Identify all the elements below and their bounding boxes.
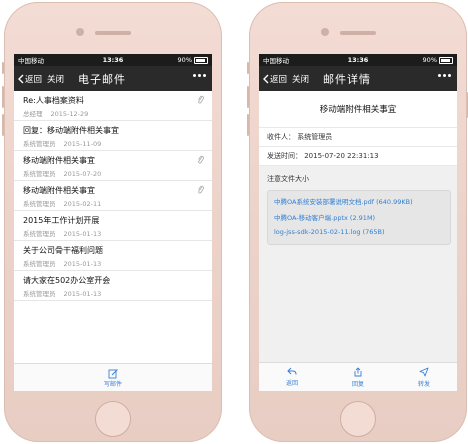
mute-switch [2, 62, 4, 74]
mail-list-item[interactable]: Re:人事档案资料 总经理 2015-12-29 [14, 91, 212, 121]
earpiece-speaker [95, 31, 131, 35]
back-button[interactable]: 返回 [14, 73, 42, 85]
mail-date: 2015-02-11 [63, 200, 102, 208]
mail-list-item[interactable]: 关于公司骨干福利问题 系统管理员 2015-01-13 [14, 241, 212, 271]
mail-actions-toolbar: 返回 回复 转发 [259, 362, 457, 391]
attachment-link[interactable]: 中腾OA-移动客户端.pptx (2.91M) [274, 212, 444, 222]
chevron-left-icon [263, 74, 269, 83]
mail-list-screen: 中国移动 13:36 90% 返回 关闭 电子邮件 Re:人事档案资料 总经理 2… [14, 54, 212, 391]
mail-subject: 关于公司骨干福利问题 [23, 246, 103, 255]
left-phone: 中国移动 13:36 90% 返回 关闭 电子邮件 Re:人事档案资料 总经理 2… [2, 2, 222, 442]
mail-subject: 移动端附件相关事宜 [23, 156, 95, 165]
more-menu-icon[interactable] [193, 74, 206, 77]
home-button[interactable] [95, 401, 131, 437]
mail-list-item[interactable]: 回复：移动端附件相关事宜 系统管理员 2015-11-09 [14, 121, 212, 151]
volume-down-button [247, 114, 249, 136]
sent-time-field: 发送时间： 2015-07-20 22:31:13 [259, 146, 457, 165]
mail-detail-body: 移动端附件相关事宜 收件人： 系统管理员 发送时间： 2015-07-20 22… [259, 91, 457, 364]
mail-date: 2015-11-09 [63, 140, 102, 148]
paperclip-icon [198, 155, 204, 164]
mail-title: 移动端附件相关事宜 [319, 105, 397, 115]
paperclip-icon [198, 95, 204, 104]
mail-sender: 系统管理员 [23, 290, 56, 298]
mail-subject: Re:人事档案资料 [23, 96, 84, 105]
battery-icon [439, 56, 453, 64]
mail-date: 2015-07-20 [63, 170, 102, 178]
status-bar: 中国移动 13:36 90% [259, 54, 457, 66]
forward-label: 转发 [417, 380, 430, 388]
page-title: 邮件详情 [323, 72, 372, 86]
status-time: 13:36 [347, 56, 369, 64]
compose-icon [108, 368, 118, 378]
mail-list-item[interactable]: 移动端附件相关事宜 系统管理员 2015-07-20 [14, 151, 212, 181]
mail-date: 2015-01-13 [63, 260, 102, 268]
right-phone: 中国移动 13:36 90% 返回 关闭 邮件详情 移动端附件相关事宜 收件人：… [247, 2, 468, 442]
attachments-label: 注意文件大小 [267, 175, 309, 183]
mail-list-item[interactable]: 请大家在502办公室开会 系统管理员 2015-01-13 [14, 271, 212, 301]
chevron-left-icon [18, 74, 24, 83]
share-icon [354, 366, 362, 376]
mail-sender: 系统管理员 [23, 140, 56, 148]
back-label: 返回 [270, 74, 288, 85]
mail-sender: 总经理 [23, 110, 43, 118]
battery-icon [194, 56, 208, 64]
mail-sender: 系统管理员 [23, 230, 56, 238]
front-camera [76, 28, 84, 36]
mute-switch [247, 62, 249, 74]
mail-list-item[interactable]: 移动端附件相关事宜 系统管理员 2015-02-11 [14, 181, 212, 211]
mail-sender: 系统管理员 [23, 200, 56, 208]
attachments-list: 中腾OA系统安装部署说明文档.pdf (640.99KB) 中腾OA-移动客户端… [267, 190, 451, 245]
mail-list: Re:人事档案资料 总经理 2015-12-29 回复：移动端附件相关事宜 系统管… [14, 91, 212, 301]
front-camera [321, 28, 329, 36]
nav-bar: 返回 关闭 邮件详情 [259, 66, 457, 91]
mail-date: 2015-01-13 [63, 290, 102, 298]
status-time: 13:36 [102, 56, 124, 64]
back-action-button[interactable]: 返回 [272, 367, 312, 387]
mail-detail-screen: 中国移动 13:36 90% 返回 关闭 邮件详情 移动端附件相关事宜 收件人：… [259, 54, 457, 391]
forward-button[interactable]: 转发 [404, 367, 444, 388]
nav-bar: 返回 关闭 电子邮件 [14, 66, 212, 91]
earpiece-speaker [340, 31, 376, 35]
compose-label: 写邮件 [103, 380, 122, 388]
mail-date: 2015-01-13 [63, 230, 102, 238]
page-title: 电子邮件 [78, 72, 127, 86]
back-action-label: 返回 [285, 380, 298, 387]
recipient-field: 收件人： 系统管理员 [259, 127, 457, 146]
mail-subject: 2015年工作计划开展 [23, 216, 100, 225]
attachment-link[interactable]: 中腾OA系统安装部署说明文档.pdf (640.99KB) [274, 196, 444, 206]
home-button[interactable] [340, 401, 376, 437]
compose-button[interactable]: 写邮件 [14, 363, 212, 391]
mail-header: 移动端附件相关事宜 收件人： 系统管理员 发送时间： 2015-07-20 22… [259, 91, 457, 166]
close-button[interactable]: 关闭 [292, 73, 309, 85]
reply-button[interactable]: 回复 [338, 366, 378, 388]
reply-arrow-icon [287, 367, 297, 375]
mail-subject: 移动端附件相关事宜 [23, 186, 95, 195]
more-menu-icon[interactable] [438, 74, 451, 77]
status-bar: 中国移动 13:36 90% [14, 54, 212, 66]
volume-up-button [2, 86, 4, 108]
attachment-link[interactable]: log-jss-sdk-2015-02-11.log (765B) [274, 228, 444, 236]
mail-date: 2015-12-29 [50, 110, 89, 118]
mail-subject: 请大家在502办公室开会 [23, 276, 111, 285]
reply-label: 回复 [351, 380, 364, 388]
back-label: 返回 [25, 74, 43, 85]
close-button[interactable]: 关闭 [47, 73, 64, 85]
mail-sender: 系统管理员 [23, 170, 56, 178]
back-button[interactable]: 返回 [259, 73, 287, 85]
mail-list-item[interactable]: 2015年工作计划开展 系统管理员 2015-01-13 [14, 211, 212, 241]
mail-sender: 系统管理员 [23, 260, 56, 268]
volume-up-button [247, 86, 249, 108]
volume-down-button [2, 114, 4, 136]
mail-subject: 回复：移动端附件相关事宜 [23, 126, 119, 135]
send-icon [419, 367, 429, 376]
paperclip-icon [198, 185, 204, 194]
